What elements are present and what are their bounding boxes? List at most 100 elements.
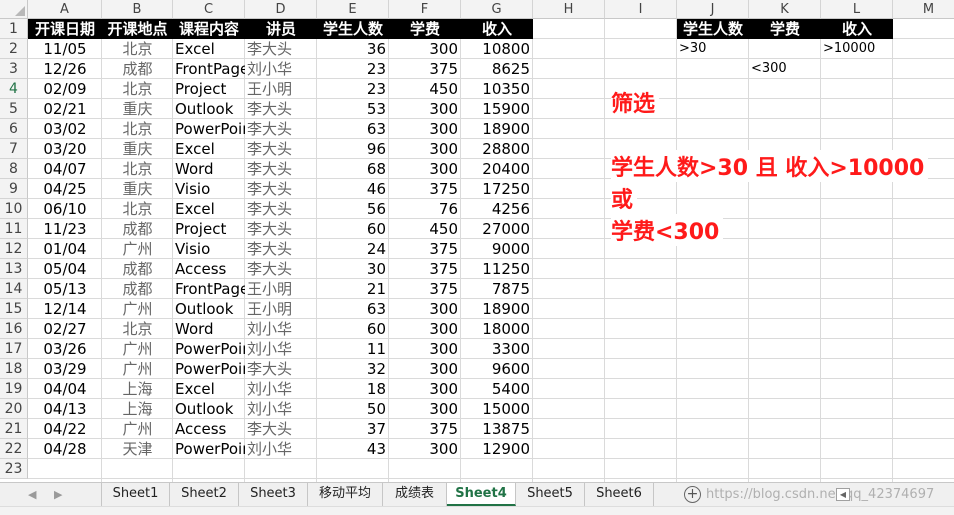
table-cell[interactable]: Project <box>173 79 245 99</box>
table-cell[interactable]: 8625 <box>461 59 533 79</box>
column-header-E[interactable]: E <box>317 0 389 19</box>
table-cell[interactable]: 18900 <box>461 119 533 139</box>
table-cell[interactable]: 63 <box>317 119 389 139</box>
table-cell[interactable]: 刘小华 <box>245 339 317 359</box>
row-header-2[interactable]: 2 <box>0 39 28 59</box>
table-cell[interactable]: 北京 <box>102 159 173 179</box>
table-cell[interactable]: 刘小华 <box>245 439 317 459</box>
table-cell[interactable]: 11250 <box>461 259 533 279</box>
table-cell[interactable]: 上海 <box>102 399 173 419</box>
table-cell[interactable]: 23 <box>317 59 389 79</box>
table-cell[interactable]: 广州 <box>102 239 173 259</box>
column-header-D[interactable]: D <box>245 0 317 19</box>
row-header-13[interactable]: 13 <box>0 259 28 279</box>
table-cell[interactable]: 广州 <box>102 299 173 319</box>
table-cell[interactable]: Visio <box>173 179 245 199</box>
table-cell[interactable]: 36 <box>317 39 389 59</box>
column-header-F[interactable]: F <box>389 0 461 19</box>
table-cell[interactable]: 03/02 <box>28 119 102 139</box>
table-cell[interactable]: 15900 <box>461 99 533 119</box>
row-header-15[interactable]: 15 <box>0 299 28 319</box>
table-cell[interactable]: 27000 <box>461 219 533 239</box>
table-cell[interactable]: 刘小华 <box>245 319 317 339</box>
table-cell[interactable]: Excel <box>173 379 245 399</box>
column-header-I[interactable]: I <box>605 0 677 19</box>
sheet-tab-Sheet5[interactable]: Sheet5 <box>516 483 585 506</box>
table-cell[interactable]: 李大头 <box>245 239 317 259</box>
column-header-K[interactable]: K <box>749 0 821 19</box>
table-cell[interactable]: 李大头 <box>245 139 317 159</box>
row-header-20[interactable]: 20 <box>0 399 28 419</box>
table-cell[interactable]: 李大头 <box>245 179 317 199</box>
row-header-4[interactable]: 4 <box>0 79 28 99</box>
table-cell[interactable]: 375 <box>389 259 461 279</box>
table-cell[interactable]: 13875 <box>461 419 533 439</box>
table-cell[interactable]: 北京 <box>102 319 173 339</box>
scroll-left-icon[interactable]: ◀ <box>28 488 36 501</box>
table-cell[interactable]: 17250 <box>461 179 533 199</box>
table-cell[interactable]: 05/04 <box>28 259 102 279</box>
table-cell[interactable]: FrontPage <box>173 279 245 299</box>
sheet-tab-Sheet3[interactable]: Sheet3 <box>239 483 308 506</box>
table-cell[interactable]: 300 <box>389 159 461 179</box>
criteria-cell[interactable]: <300 <box>749 59 821 79</box>
table-cell[interactable]: 06/10 <box>28 199 102 219</box>
table-cell[interactable]: 05/13 <box>28 279 102 299</box>
table-cell[interactable]: 28800 <box>461 139 533 159</box>
table-cell[interactable]: 7875 <box>461 279 533 299</box>
row-header-3[interactable]: 3 <box>0 59 28 79</box>
row-header-12[interactable]: 12 <box>0 239 28 259</box>
row-header-6[interactable]: 6 <box>0 119 28 139</box>
table-cell[interactable]: 18 <box>317 379 389 399</box>
table-cell[interactable]: 10350 <box>461 79 533 99</box>
table-cell[interactable]: 04/28 <box>28 439 102 459</box>
table-cell[interactable]: 李大头 <box>245 359 317 379</box>
table-cell[interactable]: 11/05 <box>28 39 102 59</box>
table-cell[interactable]: PowerPoint <box>173 119 245 139</box>
table-cell[interactable]: 广州 <box>102 359 173 379</box>
table-cell[interactable]: 成都 <box>102 219 173 239</box>
table-cell[interactable]: 300 <box>389 359 461 379</box>
table-cell[interactable]: 03/29 <box>28 359 102 379</box>
table-cell[interactable]: 96 <box>317 139 389 159</box>
table-cell[interactable]: 北京 <box>102 119 173 139</box>
table-cell[interactable]: 广州 <box>102 339 173 359</box>
sheet-tab-成绩表[interactable]: 成绩表 <box>383 483 447 506</box>
table-cell[interactable]: 刘小华 <box>245 379 317 399</box>
table-cell[interactable]: 375 <box>389 279 461 299</box>
table-cell[interactable]: Outlook <box>173 399 245 419</box>
table-cell[interactable]: 北京 <box>102 79 173 99</box>
table-cell[interactable]: 300 <box>389 439 461 459</box>
table-cell[interactable]: PowerPoint <box>173 339 245 359</box>
row-header-14[interactable]: 14 <box>0 279 28 299</box>
table-cell[interactable]: 9600 <box>461 359 533 379</box>
table-cell[interactable]: 53 <box>317 99 389 119</box>
row-header-8[interactable]: 8 <box>0 159 28 179</box>
row-header-21[interactable]: 21 <box>0 419 28 439</box>
table-cell[interactable]: 李大头 <box>245 119 317 139</box>
table-cell[interactable]: 300 <box>389 339 461 359</box>
table-cell[interactable]: 李大头 <box>245 39 317 59</box>
table-cell[interactable]: 王小明 <box>245 299 317 319</box>
table-cell[interactable]: 15000 <box>461 399 533 419</box>
table-cell[interactable]: 李大头 <box>245 219 317 239</box>
column-header-G[interactable]: G <box>461 0 533 19</box>
row-header-10[interactable]: 10 <box>0 199 28 219</box>
table-cell[interactable]: 46 <box>317 179 389 199</box>
row-header-7[interactable]: 7 <box>0 139 28 159</box>
table-cell[interactable]: 375 <box>389 419 461 439</box>
table-cell[interactable]: Visio <box>173 239 245 259</box>
table-cell[interactable]: 300 <box>389 299 461 319</box>
table-cell[interactable]: 04/13 <box>28 399 102 419</box>
table-cell[interactable]: 450 <box>389 79 461 99</box>
table-cell[interactable]: 成都 <box>102 279 173 299</box>
table-cell[interactable]: Word <box>173 159 245 179</box>
criteria-cell[interactable]: >30 <box>677 39 749 59</box>
table-cell[interactable]: Outlook <box>173 99 245 119</box>
table-cell[interactable]: Excel <box>173 39 245 59</box>
table-cell[interactable]: 63 <box>317 299 389 319</box>
table-cell[interactable]: FrontPage <box>173 59 245 79</box>
table-cell[interactable]: 37 <box>317 419 389 439</box>
table-cell[interactable]: 5400 <box>461 379 533 399</box>
table-cell[interactable]: Outlook <box>173 299 245 319</box>
